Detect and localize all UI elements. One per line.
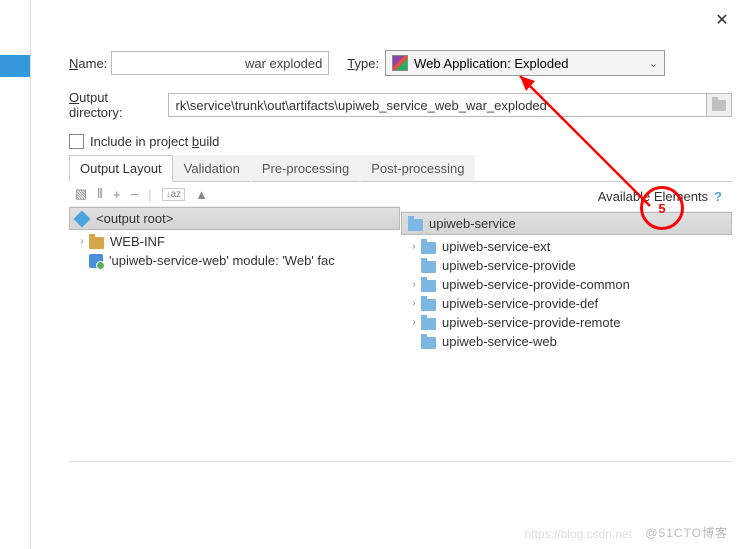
tree-label: upiweb-service-provide <box>442 258 576 273</box>
tab-output-layout[interactable]: Output Layout <box>69 155 173 182</box>
tree-item-module[interactable]: 'upiweb-service-web' module: 'Web' fac <box>69 251 400 270</box>
new-archive-icon[interactable]: ⦀ <box>97 186 103 202</box>
output-tree: › WEB-INF 'upiweb-service-web' module: '… <box>69 230 400 272</box>
tab-pre-processing[interactable]: Pre-processing <box>251 155 360 182</box>
folder-icon <box>421 242 436 254</box>
browse-folder-button[interactable] <box>707 93 732 117</box>
folder-icon <box>421 299 436 311</box>
output-dir-input[interactable] <box>168 93 706 117</box>
available-elements-pane: Available Elements ? upiweb-service › up… <box>401 182 732 461</box>
left-selection-marker <box>0 55 30 77</box>
expand-icon[interactable]: › <box>407 317 421 328</box>
watermark-51cto: @51CTO博客 <box>645 524 728 541</box>
available-item[interactable]: › upiweb-service-provide-def <box>401 294 732 313</box>
tree-item-webinf[interactable]: › WEB-INF <box>69 232 400 251</box>
type-dropdown[interactable]: Web Application: Exploded ⌄ <box>385 50 665 76</box>
type-label: Type: <box>347 56 379 71</box>
tree-label: upiweb-service-provide-remote <box>442 315 620 330</box>
available-root-label: upiweb-service <box>429 216 516 231</box>
help-icon[interactable]: ? <box>714 189 722 204</box>
available-tree: › upiweb-service-ext upiweb-service-prov… <box>401 235 732 353</box>
name-row: NName:ame: Type: Web Application: Explod… <box>69 50 732 76</box>
layout-toolbar: ▧ ⦀ + − | ↓az ▲ <box>69 182 400 207</box>
tab-validation[interactable]: Validation <box>173 155 251 182</box>
available-item[interactable]: upiweb-service-provide <box>401 256 732 275</box>
annotation-step-number: 5 <box>658 201 665 216</box>
new-folder-icon[interactable]: ▧ <box>75 186 87 202</box>
folder-icon <box>89 237 104 249</box>
include-build-checkbox[interactable] <box>69 134 84 149</box>
folder-icon <box>712 100 726 111</box>
output-root-icon <box>74 210 91 227</box>
tree-label: upiweb-service-web <box>442 334 557 349</box>
watermark-csdn: https://blog.csdn.net <box>525 527 632 541</box>
tabs: Output Layout Validation Pre-processing … <box>69 155 732 182</box>
folder-icon <box>421 280 436 292</box>
remove-button[interactable]: − <box>131 187 139 202</box>
output-root-label: <output root> <box>96 211 173 226</box>
split-body: ▧ ⦀ + − | ↓az ▲ <output root> › WEB <box>69 182 732 462</box>
output-dir-label: Output directory: <box>69 90 162 120</box>
tab-post-processing[interactable]: Post-processing <box>360 155 475 182</box>
name-input[interactable] <box>111 51 329 75</box>
expand-icon[interactable]: › <box>407 241 421 252</box>
available-item[interactable]: › upiweb-service-ext <box>401 237 732 256</box>
output-layout-pane: ▧ ⦀ + − | ↓az ▲ <output root> › WEB <box>69 182 401 461</box>
available-item[interactable]: upiweb-service-web <box>401 332 732 351</box>
expand-icon[interactable]: › <box>407 298 421 309</box>
web-app-icon <box>392 55 408 71</box>
form-area: NName:ame: Type: Web Application: Explod… <box>31 0 742 472</box>
annotation-step-circle: 5 <box>640 186 684 230</box>
add-copy-button[interactable]: + <box>113 187 121 202</box>
folder-icon <box>408 219 423 231</box>
output-root-header[interactable]: <output root> <box>69 207 400 230</box>
include-build-row: Include in project build <box>69 134 732 149</box>
tree-label: upiweb-service-provide-def <box>442 296 598 311</box>
output-dir-row: Output directory: <box>69 90 732 120</box>
folder-icon <box>421 337 436 349</box>
close-button[interactable]: ✕ <box>712 10 732 30</box>
tree-label: WEB-INF <box>110 234 165 249</box>
move-up-icon[interactable]: ▲ <box>195 187 208 202</box>
artifact-settings-panel: ✕ NName:ame: Type: Web Application: Expl… <box>30 0 742 549</box>
available-item[interactable]: › upiweb-service-provide-common <box>401 275 732 294</box>
tree-label: 'upiweb-service-web' module: 'Web' fac <box>109 253 335 268</box>
type-value: Web Application: Exploded <box>414 56 568 71</box>
include-build-label: Include in project build <box>90 134 219 149</box>
available-item[interactable]: › upiweb-service-provide-remote <box>401 313 732 332</box>
name-label: NName:ame: <box>69 56 107 71</box>
folder-icon <box>421 318 436 330</box>
tree-label: upiweb-service-provide-common <box>442 277 630 292</box>
folder-icon <box>421 261 436 273</box>
tree-label: upiweb-service-ext <box>442 239 550 254</box>
chevron-down-icon: ⌄ <box>649 57 658 70</box>
sort-button[interactable]: ↓az <box>162 188 186 201</box>
module-icon <box>89 254 103 268</box>
expand-icon[interactable]: › <box>75 236 89 247</box>
expand-icon[interactable]: › <box>407 279 421 290</box>
